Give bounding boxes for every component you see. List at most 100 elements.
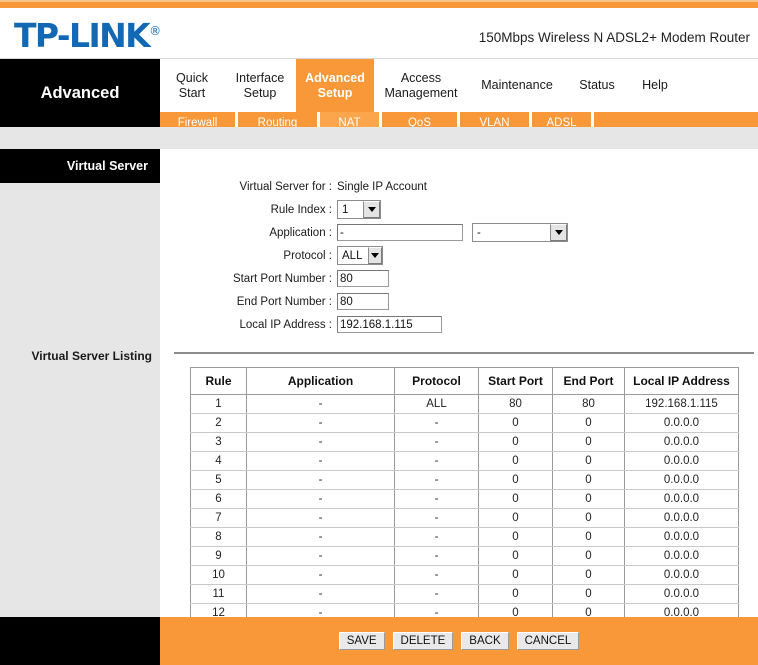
table-cell: 0.0.0.0 bbox=[624, 508, 739, 528]
table-cell: 0 bbox=[478, 451, 553, 471]
sidebar: Virtual Server Virtual Server Listing bbox=[0, 149, 160, 617]
table-row: 7- -0 0 0.0.0.0 bbox=[190, 508, 739, 528]
table-cell: 5 bbox=[190, 470, 247, 490]
table-cell: - bbox=[394, 432, 479, 452]
field-virtual-server-for: Virtual Server for : Single IP Account bbox=[222, 175, 758, 198]
main-tab-1[interactable]: Interface Setup bbox=[224, 59, 296, 112]
footer-left-block bbox=[0, 617, 160, 665]
table-cell: 0 bbox=[552, 527, 625, 547]
table-cell: 0 bbox=[552, 470, 625, 490]
table-cell: 0.0.0.0 bbox=[624, 546, 739, 566]
table-row: 9- -0 0 0.0.0.0 bbox=[190, 546, 739, 566]
table-cell: - bbox=[394, 470, 479, 490]
chevron-down-icon bbox=[363, 201, 380, 218]
table-cell: - bbox=[246, 470, 395, 490]
table-cell: 0 bbox=[478, 565, 553, 585]
table-row: 4- -0 0 0.0.0.0 bbox=[190, 451, 739, 471]
cancel-button[interactable]: CANCEL bbox=[516, 632, 580, 650]
table-cell: - bbox=[246, 451, 395, 471]
local-ip-input[interactable] bbox=[337, 316, 442, 333]
local-ip-label: Local IP Address : bbox=[239, 318, 332, 331]
table-cell: 0 bbox=[552, 432, 625, 452]
field-end-port: End Port Number : bbox=[222, 290, 758, 313]
table-cell: - bbox=[246, 546, 395, 566]
protocol-select[interactable]: ALL bbox=[337, 246, 383, 265]
sidebar-section-title: Virtual Server bbox=[0, 149, 160, 183]
chevron-down-icon bbox=[550, 224, 567, 241]
table-cell: 80 bbox=[552, 394, 625, 414]
page-header: TP-LINK® 150Mbps Wireless N ADSL2+ Modem… bbox=[0, 8, 758, 59]
page-footer: SAVE DELETE BACK CANCEL bbox=[0, 617, 758, 665]
table-row: 11- -0 0 0.0.0.0 bbox=[190, 584, 739, 604]
field-rule-index: Rule Index : 1 bbox=[222, 198, 758, 221]
table-cell: 0 bbox=[552, 413, 625, 433]
main-tab-2[interactable]: Advanced Setup bbox=[296, 59, 374, 112]
application-input[interactable] bbox=[337, 224, 463, 241]
table-cell: 6 bbox=[190, 489, 247, 509]
virtual-server-listing: Rule Application Protocol Start Port End Por… bbox=[160, 352, 758, 623]
main-tab-6[interactable]: Help bbox=[628, 59, 682, 112]
virtual-server-for-label: Virtual Server for : bbox=[239, 180, 332, 193]
protocol-label: Protocol : bbox=[283, 249, 332, 262]
application-preset-value: - bbox=[477, 226, 481, 239]
table-cell: 10 bbox=[190, 565, 247, 585]
rule-index-value: 1 bbox=[342, 203, 349, 216]
content-top-strip bbox=[0, 127, 758, 149]
table-cell: 3 bbox=[190, 432, 247, 452]
table-cell: - bbox=[246, 432, 395, 452]
application-preset-select[interactable]: - bbox=[472, 223, 568, 242]
main-tab-3[interactable]: Access Management bbox=[374, 59, 468, 112]
table-cell: - bbox=[394, 565, 479, 585]
delete-button[interactable]: DELETE bbox=[392, 632, 454, 650]
table-cell: 2 bbox=[190, 413, 247, 433]
main-tab-0[interactable]: Quick Start bbox=[160, 59, 224, 112]
table-cell: - bbox=[246, 489, 395, 509]
table-cell: 0 bbox=[552, 489, 625, 509]
table-cell: - bbox=[394, 489, 479, 509]
table-cell: - bbox=[394, 451, 479, 471]
table-cell: 0.0.0.0 bbox=[624, 489, 739, 509]
table-cell: 0 bbox=[478, 546, 553, 566]
table-cell: 0 bbox=[552, 451, 625, 471]
table-row: 10- -0 0 0.0.0.0 bbox=[190, 565, 739, 585]
navigation-bar: Advanced Quick Start Interface Setup Advan… bbox=[0, 59, 758, 133]
main-tab-5[interactable]: Status bbox=[566, 59, 628, 112]
table-column-header: Application bbox=[246, 367, 395, 395]
table-cell: 0.0.0.0 bbox=[624, 584, 739, 604]
page-body: Virtual Server Virtual Server Listing Vi… bbox=[0, 127, 758, 623]
table-column-header: End Port bbox=[552, 367, 625, 395]
table-column-header: Start Port bbox=[478, 367, 553, 395]
rule-index-select[interactable]: 1 bbox=[337, 200, 381, 219]
end-port-input[interactable] bbox=[337, 293, 389, 310]
table-cell: 8 bbox=[190, 527, 247, 547]
table-cell: 0 bbox=[478, 432, 553, 452]
table-row: 2- -0 0 0.0.0.0 bbox=[190, 413, 739, 433]
table-cell: - bbox=[394, 584, 479, 604]
main-tab-4[interactable]: Maintenance bbox=[468, 59, 566, 112]
table-cell: - bbox=[394, 546, 479, 566]
virtual-server-for-value: Single IP Account bbox=[337, 180, 427, 193]
table-cell: 0.0.0.0 bbox=[624, 432, 739, 452]
table-cell: 0 bbox=[552, 584, 625, 604]
table-cell: - bbox=[246, 413, 395, 433]
back-button[interactable]: BACK bbox=[461, 632, 509, 650]
table-cell: - bbox=[394, 413, 479, 433]
table-column-header: Rule bbox=[190, 367, 247, 395]
table-cell: 9 bbox=[190, 546, 247, 566]
table-cell: 1 bbox=[190, 394, 247, 414]
table-column-header: Local IP Address bbox=[624, 367, 739, 395]
table-cell: 0 bbox=[478, 413, 553, 433]
sidebar-listing-label: Virtual Server Listing bbox=[31, 349, 153, 363]
virtual-server-form: Virtual Server for : Single IP Account R… bbox=[160, 149, 758, 336]
start-port-input[interactable] bbox=[337, 270, 389, 287]
table-header-row: Rule Application Protocol Start Port End Por… bbox=[190, 367, 739, 395]
logo-wordmark: TP-LINK bbox=[14, 16, 151, 55]
field-start-port: Start Port Number : bbox=[222, 267, 758, 290]
save-button[interactable]: SAVE bbox=[338, 632, 385, 650]
table-cell: - bbox=[246, 584, 395, 604]
field-application: Application : - bbox=[222, 221, 758, 244]
table-cell: 0.0.0.0 bbox=[624, 527, 739, 547]
table-column-header: Protocol bbox=[394, 367, 479, 395]
table-cell: 0 bbox=[478, 489, 553, 509]
table-row: 5- -0 0 0.0.0.0 bbox=[190, 470, 739, 490]
